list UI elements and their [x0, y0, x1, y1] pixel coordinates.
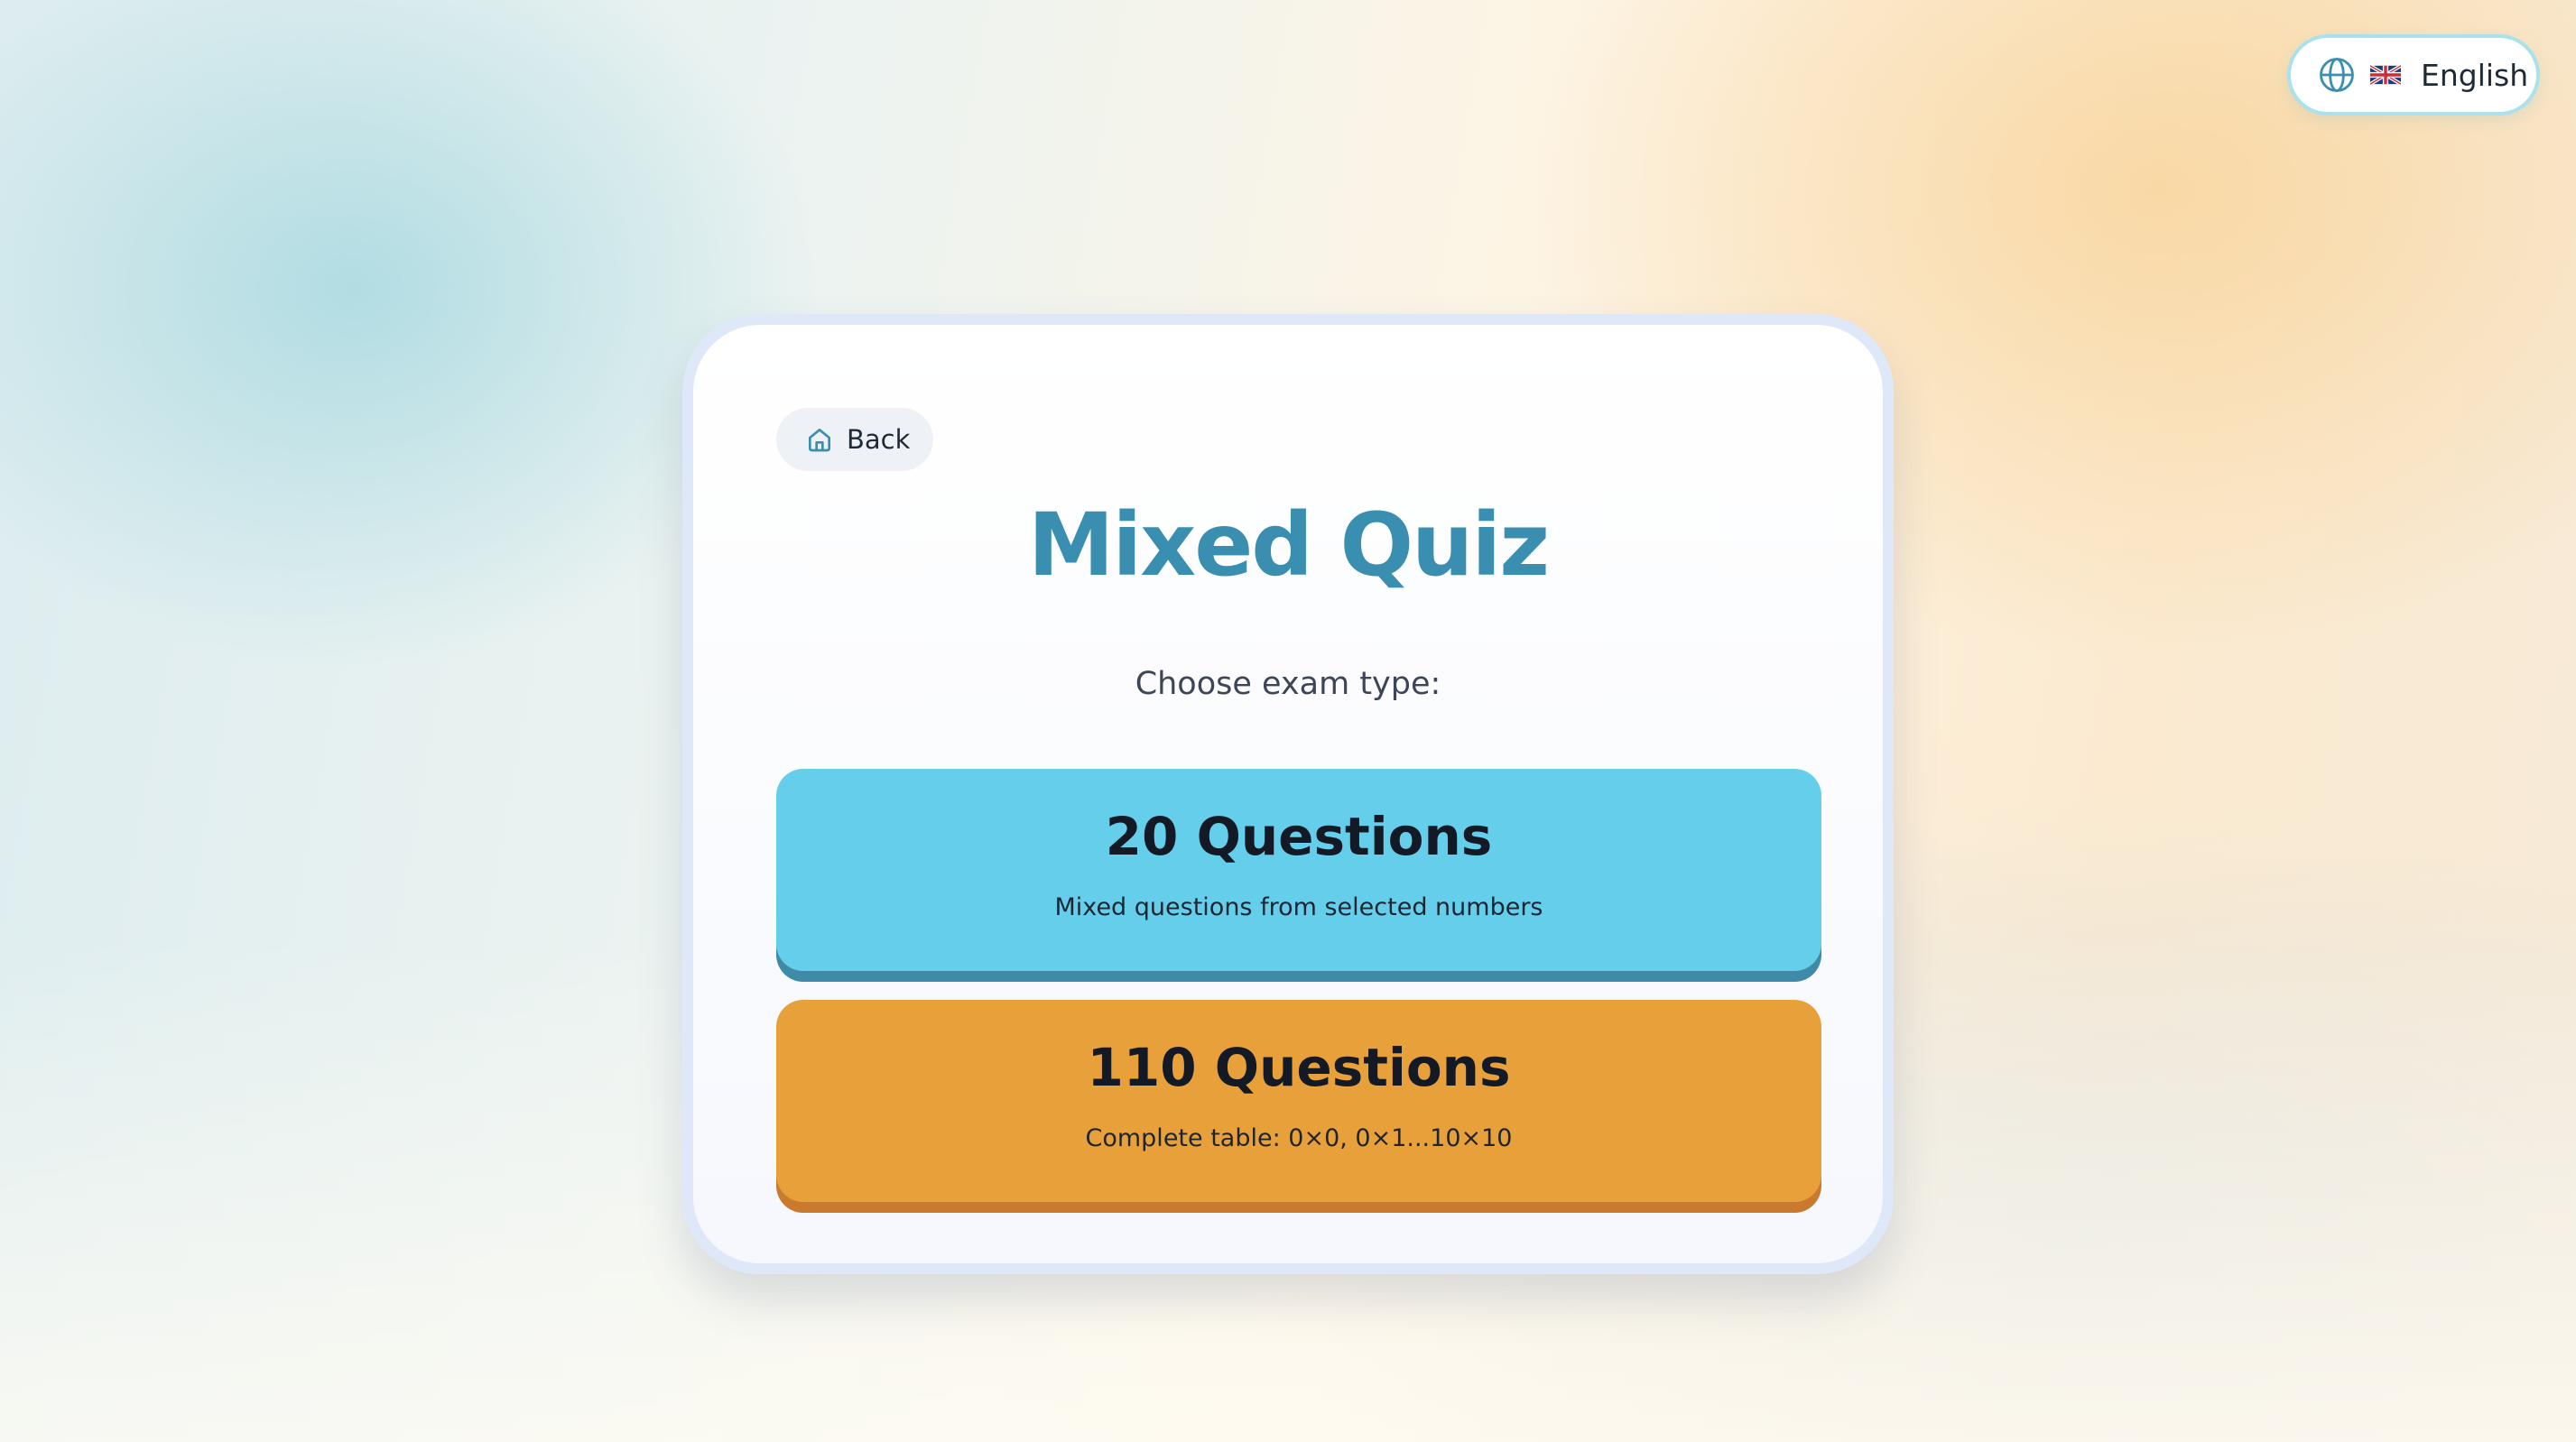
option-description: Complete table: 0×0, 0×1...10×10	[1085, 1124, 1513, 1152]
page-subtitle: Choose exam type:	[1135, 666, 1441, 702]
option-description: Mixed questions from selected numbers	[1054, 893, 1543, 921]
back-button[interactable]: Back	[776, 408, 933, 471]
language-selector[interactable]: English	[2287, 34, 2540, 116]
option-title: 110 Questions	[1087, 1037, 1511, 1098]
uk-flag-icon	[2370, 65, 2401, 85]
option-20-questions-button[interactable]: 20 Questions Mixed questions from select…	[776, 769, 1821, 971]
home-icon	[809, 429, 830, 452]
globe-icon	[2320, 58, 2354, 92]
page-title: Mixed Quiz	[1027, 495, 1550, 596]
back-label: Back	[847, 424, 911, 455]
language-label: English	[2421, 57, 2529, 93]
quiz-card: Back Mixed Quiz Choose exam type: 20 Que…	[682, 314, 1894, 1274]
option-title: 20 Questions	[1105, 806, 1493, 867]
option-110-questions-button[interactable]: 110 Questions Complete table: 0×0, 0×1..…	[776, 1000, 1821, 1202]
